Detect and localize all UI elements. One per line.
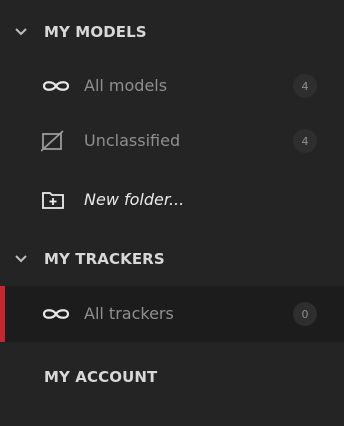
sidebar-item-label: New folder... [84, 190, 185, 209]
sidebar-item-unclassified[interactable]: Unclassified 4 [0, 119, 344, 163]
section-header-my-trackers[interactable]: MY TRACKERS [0, 249, 344, 269]
section-title: MY TRACKERS [44, 250, 165, 268]
sidebar-item-label: Unclassified [84, 131, 181, 150]
sidebar-item-label: All trackers [84, 304, 174, 323]
sidebar: MY MODELS All models 4 Unclassified 4 Ne… [0, 0, 344, 426]
new-folder-icon [41, 189, 73, 211]
count-badge: 4 [293, 74, 317, 98]
chevron-down-icon [15, 28, 27, 36]
section-title: MY ACCOUNT [44, 368, 158, 386]
sidebar-item-all-trackers[interactable]: All trackers 0 [0, 286, 344, 342]
count-badge: 0 [293, 302, 317, 326]
infinity-icon [41, 303, 73, 325]
chevron-down-icon [15, 255, 27, 263]
selection-indicator [0, 286, 5, 342]
new-folder-button[interactable]: New folder... [0, 178, 344, 222]
section-header-my-models[interactable]: MY MODELS [0, 22, 344, 42]
section-title: MY MODELS [44, 23, 147, 41]
infinity-icon [41, 75, 73, 97]
section-header-my-account[interactable]: MY ACCOUNT [0, 367, 344, 387]
count-badge: 4 [293, 129, 317, 153]
sidebar-item-label: All models [84, 76, 168, 95]
unclassified-icon [41, 130, 73, 152]
sidebar-item-all-models[interactable]: All models 4 [0, 64, 344, 108]
